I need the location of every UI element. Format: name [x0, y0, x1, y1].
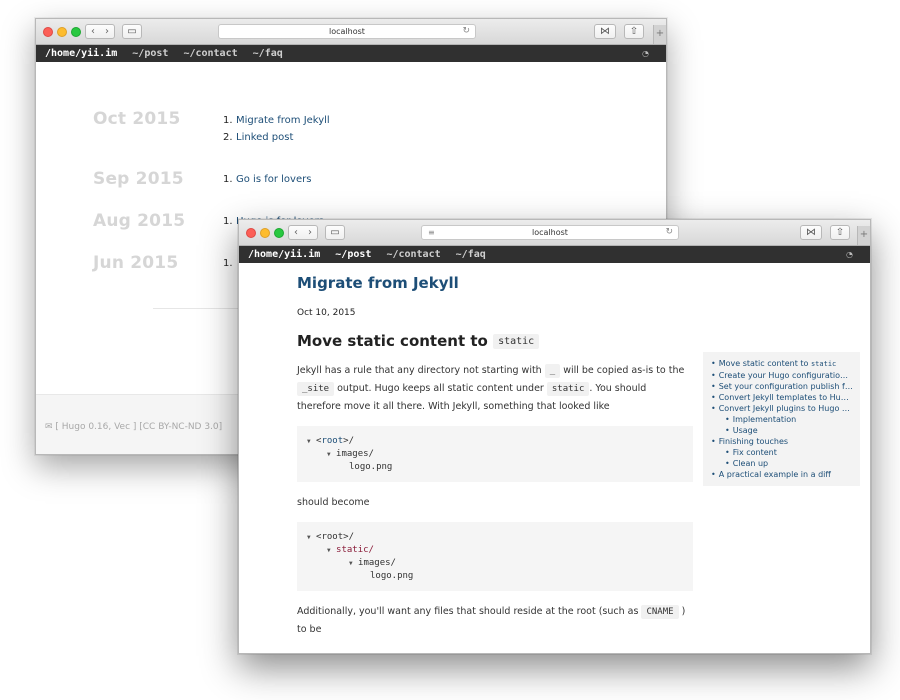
archive-month: Aug 2015	[93, 211, 186, 231]
post-link[interactable]: Migrate from Jekyll	[236, 115, 330, 126]
sidebar-icon: ▭	[330, 227, 340, 238]
address-bar[interactable]: localhost ↻	[218, 24, 476, 39]
inline-code: _site	[297, 382, 335, 396]
nav-contact[interactable]: ~/contact	[183, 48, 237, 59]
sidebar-toggle-button[interactable]: ▭	[122, 24, 142, 39]
close-button[interactable]	[43, 27, 53, 37]
list-item: 1. Go is for lovers	[223, 174, 312, 185]
nav-faq[interactable]: ~/faq	[456, 249, 486, 260]
title-bar: ‹ › ▭ localhost ↻ ⋈ ⇧ +	[36, 19, 666, 45]
toc-item[interactable]: •Convert Jekyll plugins to Hugo shortcod…	[711, 403, 853, 414]
triangle-down-icon: ▼	[327, 451, 331, 458]
chevron-left-icon[interactable]: ‹	[86, 25, 100, 38]
minimize-button[interactable]	[57, 27, 67, 37]
toc-subitem[interactable]: • Usage	[711, 425, 853, 436]
triangle-down-icon: ▼	[307, 438, 311, 445]
toc-item[interactable]: • Create your Hugo configuration file	[711, 370, 853, 381]
new-tab-button[interactable]: +	[653, 25, 666, 44]
site-navbar: /home/yii.im ~/post ~/contact ~/faq ◔	[239, 246, 870, 263]
inline-code: CNAME	[641, 605, 679, 619]
back-forward-buttons[interactable]: ‹ ›	[85, 24, 115, 39]
post-link[interactable]: Go is for lovers	[236, 174, 311, 185]
toc-item[interactable]: • Move static content to static	[711, 358, 853, 370]
back-forward-buttons[interactable]: ‹ ›	[288, 225, 318, 240]
archive-month: Jun 2015	[93, 253, 179, 273]
code-block: ▼ <root>/ ▼ static/ ▼ images/ logo.png	[297, 522, 693, 591]
toc-subitem[interactable]: • Implementation	[711, 414, 853, 425]
paragraph: Jekyll has a rule that any directory not…	[297, 364, 685, 412]
address-text: localhost	[532, 228, 568, 237]
chevron-right-icon[interactable]: ›	[100, 25, 114, 38]
chevron-right-icon[interactable]: ›	[303, 226, 317, 239]
browser-window-post: ‹ › ▭ ≡ localhost ↻ ⋈ ⇧ + /home/yii.im ~/…	[238, 219, 871, 654]
zoom-button[interactable]	[274, 228, 284, 238]
triangle-down-icon: ▼	[327, 547, 331, 554]
share-icon: ⇧	[629, 26, 639, 37]
nav-faq[interactable]: ~/faq	[253, 48, 283, 59]
reader-button[interactable]: ⋈	[800, 225, 822, 240]
inline-code: _	[544, 364, 561, 378]
footer-text[interactable]: ✉ [ Hugo 0.16, Vec ] [CC BY-NC-ND 3.0]	[45, 422, 222, 432]
reader-icon: ⋈	[806, 227, 816, 238]
archive-post-list: 1. Migrate from Jekyll 2. Linked post	[223, 112, 330, 146]
chevron-left-icon[interactable]: ‹	[289, 226, 303, 239]
list-item: 2. Linked post	[223, 132, 294, 143]
reader-lines-icon[interactable]: ≡	[428, 226, 435, 239]
sidebar-toggle-button[interactable]: ▭	[325, 225, 345, 240]
table-of-contents: • Move static content to static • Create y…	[703, 352, 860, 486]
toc-item[interactable]: • A practical example in a diff	[711, 469, 853, 480]
post-link[interactable]: Linked post	[236, 132, 293, 143]
list-item: 1. Migrate from Jekyll	[223, 115, 330, 126]
reader-icon: ⋈	[600, 26, 610, 37]
share-button[interactable]: ⇧	[624, 24, 644, 39]
zoom-button[interactable]	[71, 27, 81, 37]
triangle-down-icon: ▼	[349, 560, 353, 567]
toc-item[interactable]: •Convert Jekyll templates to Hugo templa…	[711, 392, 853, 403]
rss-icon[interactable]: ◔	[846, 246, 853, 263]
address-bar[interactable]: ≡ localhost ↻	[421, 225, 679, 240]
minimize-button[interactable]	[260, 228, 270, 238]
sidebar-icon: ▭	[127, 26, 137, 37]
address-text: localhost	[329, 27, 365, 36]
nav-post[interactable]: ~/post	[335, 249, 371, 260]
archive-post-list: 1.	[223, 255, 236, 272]
new-tab-button[interactable]: +	[857, 226, 870, 245]
toc-item[interactable]: • Finishing touches	[711, 436, 853, 447]
post-article: Migrate from Jekyll Oct 10, 2015 Move st…	[297, 274, 693, 639]
archive-post-list: 1. Go is for lovers	[223, 171, 311, 188]
paragraph: should become	[297, 497, 370, 508]
section-heading: Move static content to static	[297, 332, 693, 350]
toc-item[interactable]: •Set your configuration publish folder t…	[711, 381, 853, 392]
reader-button[interactable]: ⋈	[594, 24, 616, 39]
paragraph: Additionally, you'll want any files that…	[297, 605, 686, 635]
rss-icon[interactable]: ◔	[642, 45, 649, 62]
nav-post[interactable]: ~/post	[132, 48, 168, 59]
title-bar: ‹ › ▭ ≡ localhost ↻ ⋈ ⇧ +	[239, 220, 870, 246]
code-block: ▼ <root>/ ▼ images/ logo.png	[297, 426, 693, 482]
triangle-down-icon: ▼	[307, 534, 311, 541]
inline-code: static	[546, 382, 590, 396]
post-date: Oct 10, 2015	[297, 308, 356, 318]
toc-subitem[interactable]: • Clean up	[711, 458, 853, 469]
nav-home[interactable]: /home/yii.im	[248, 249, 320, 260]
inline-code: static	[493, 334, 540, 349]
toc-subitem[interactable]: • Fix content	[711, 447, 853, 458]
nav-home[interactable]: /home/yii.im	[45, 48, 117, 59]
nav-contact[interactable]: ~/contact	[386, 249, 440, 260]
archive-month: Oct 2015	[93, 109, 181, 129]
reload-icon[interactable]: ↻	[462, 25, 470, 38]
share-button[interactable]: ⇧	[830, 225, 850, 240]
list-item: 1.	[223, 258, 233, 269]
reload-icon[interactable]: ↻	[665, 226, 673, 239]
site-navbar: /home/yii.im ~/post ~/contact ~/faq ◔	[36, 45, 666, 62]
archive-month: Sep 2015	[93, 169, 184, 189]
share-icon: ⇧	[835, 227, 845, 238]
close-button[interactable]	[246, 228, 256, 238]
post-title[interactable]: Migrate from Jekyll	[297, 274, 693, 292]
